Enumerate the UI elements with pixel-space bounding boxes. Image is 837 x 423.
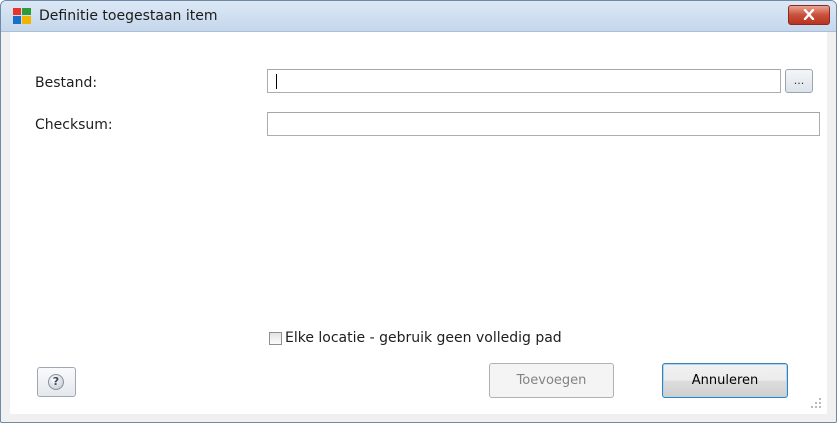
file-input[interactable] <box>267 69 781 93</box>
title-bar[interactable]: Definitie toegestaan item <box>1 1 836 32</box>
browse-button[interactable]: ... <box>785 69 813 93</box>
text-caret <box>276 74 277 89</box>
add-button[interactable]: Toevoegen <box>489 363 614 398</box>
avg-logo-icon <box>13 8 31 24</box>
help-icon: ? <box>48 374 64 390</box>
checksum-input[interactable] <box>267 112 820 136</box>
checksum-label: Checksum: <box>35 117 113 133</box>
window-title: Definitie toegestaan item <box>39 8 218 24</box>
close-icon <box>803 9 815 20</box>
cancel-button[interactable]: Annuleren <box>662 363 788 398</box>
any-location-checkbox[interactable] <box>269 332 282 345</box>
close-button[interactable] <box>788 5 830 25</box>
dialog-body: Bestand: ... Checksum: Elke locatie - ge… <box>10 32 827 414</box>
any-location-label[interactable]: Elke locatie - gebruik geen volledig pad <box>285 329 562 347</box>
file-label: Bestand: <box>35 75 98 91</box>
dialog-window: Definitie toegestaan item Bestand: ... C… <box>0 0 837 423</box>
help-button[interactable]: ? <box>37 367 76 397</box>
resize-grip[interactable] <box>811 398 823 410</box>
